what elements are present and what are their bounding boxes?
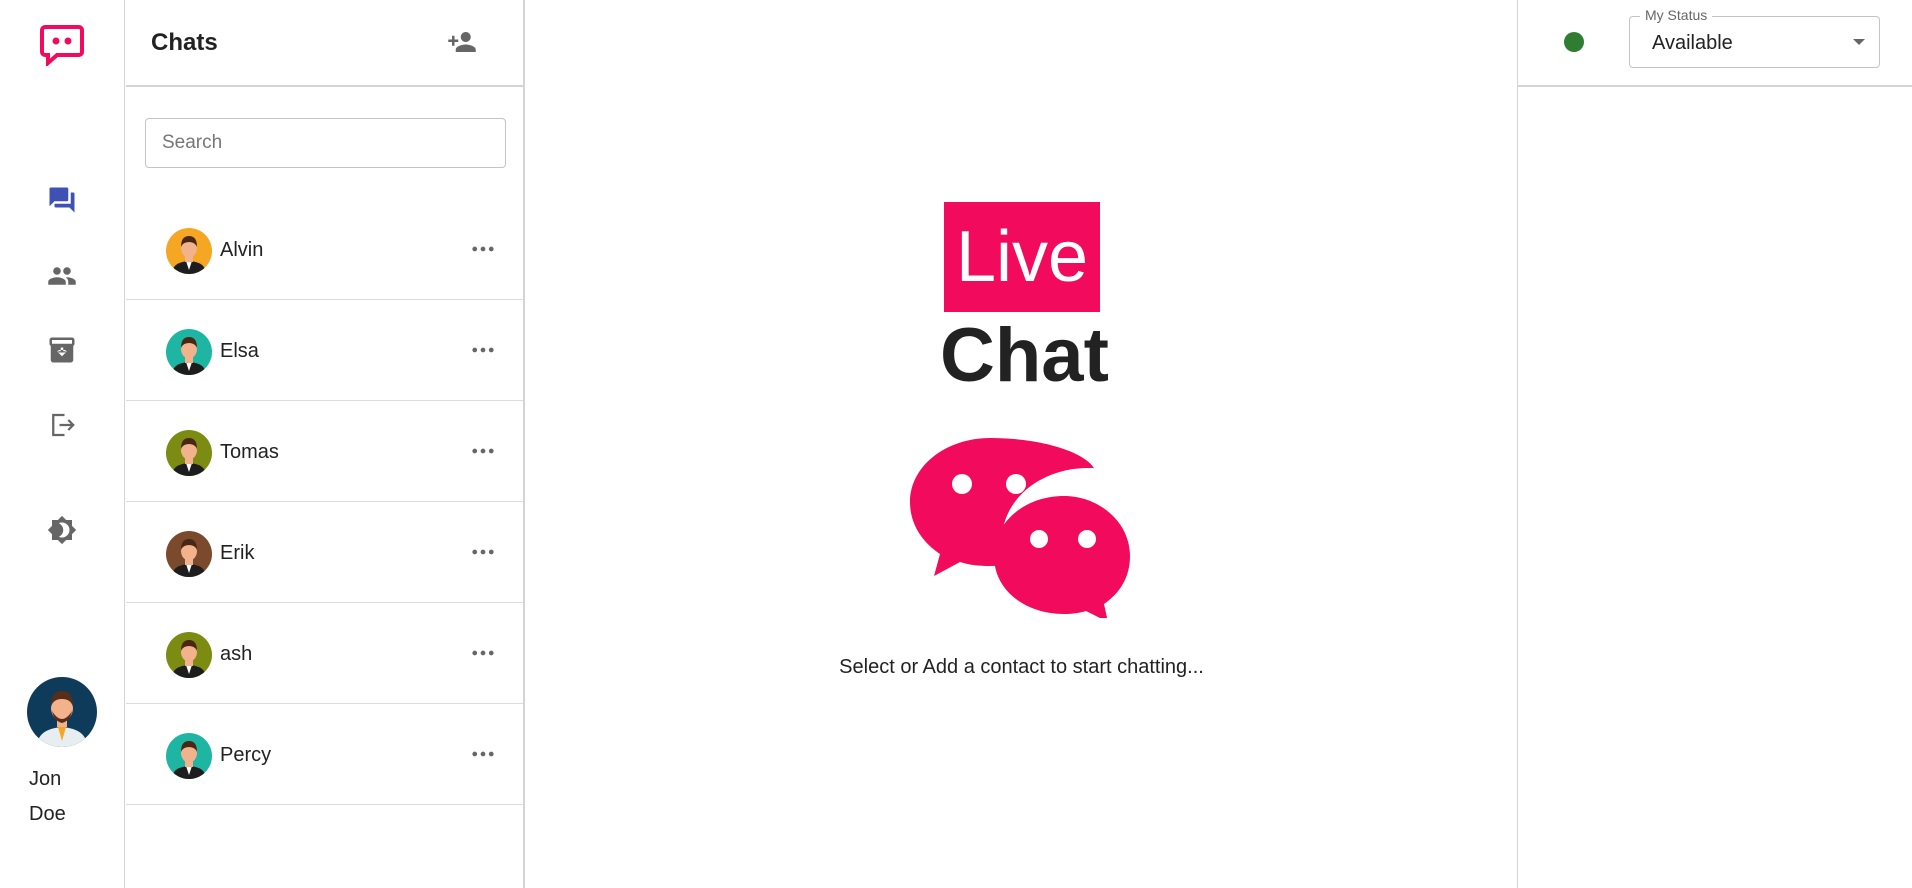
status-select-label: My Status [1640,7,1713,23]
contact-name: Elsa [220,340,259,362]
contact-avatar [166,329,212,375]
contact-name: Percy [220,744,272,766]
more-options-icon[interactable] [468,338,498,362]
chats-panel: Chats Alvin Elsa Tomas Erik ash Percy [126,0,525,888]
status-select[interactable]: My Status Available [1629,7,1880,68]
people-icon[interactable] [44,258,80,294]
empty-state-hint: Select or Add a contact to start chattin… [839,656,1204,678]
user-avatar[interactable] [27,677,97,747]
contact-avatar [166,228,212,274]
logout-icon[interactable] [44,407,80,443]
contact-avatar [166,733,212,779]
status-dot-icon [1564,32,1584,52]
contact-item[interactable]: ash [126,603,523,704]
brand-live-text: Live [955,217,1089,297]
contact-item[interactable]: Alvin [126,199,523,300]
contact-name: ash [220,643,253,665]
user-last-name: Doe [29,803,66,825]
brand-live-box: Live [944,202,1100,312]
status-select-value: Available [1652,32,1733,54]
contact-name: Alvin [220,239,264,261]
chats-header: Chats [126,0,523,87]
chat-bubbles-icon [910,436,1134,622]
chevron-down-icon [1853,39,1865,45]
person-add-icon [448,32,476,52]
main-panel: Live Chat Select or Add a contact to sta… [526,0,1517,888]
contact-avatar [166,632,212,678]
contact-avatar [166,430,212,476]
contact-item[interactable]: Tomas [126,401,523,502]
contact-name: Tomas [220,441,279,463]
more-options-icon[interactable] [468,237,498,261]
contact-avatar [166,531,212,577]
brand-chat-text: Chat [940,313,1109,398]
search-input[interactable] [145,118,506,168]
more-options-icon[interactable] [468,742,498,766]
status-header: My Status Available [1518,0,1912,87]
brightness-icon[interactable] [44,512,80,548]
chats-title: Chats [151,29,218,56]
more-options-icon[interactable] [468,540,498,564]
more-options-icon[interactable] [468,439,498,463]
contact-item[interactable]: Elsa [126,300,523,401]
archive-icon[interactable] [44,332,80,368]
more-options-icon[interactable] [468,641,498,665]
app-logo-icon[interactable] [40,24,84,68]
user-name: Jon Doe [29,762,89,832]
contact-list: Alvin Elsa Tomas Erik ash Percy [126,199,523,805]
contact-item[interactable]: Erik [126,502,523,603]
status-panel: My Status Available [1517,0,1912,888]
contact-item[interactable]: Percy [126,704,523,805]
forum-icon[interactable] [44,182,80,218]
user-first-name: Jon [29,768,62,790]
add-contact-button[interactable] [444,24,480,60]
sidebar-rail: Jon Doe [0,0,125,888]
contact-name: Erik [220,542,255,564]
